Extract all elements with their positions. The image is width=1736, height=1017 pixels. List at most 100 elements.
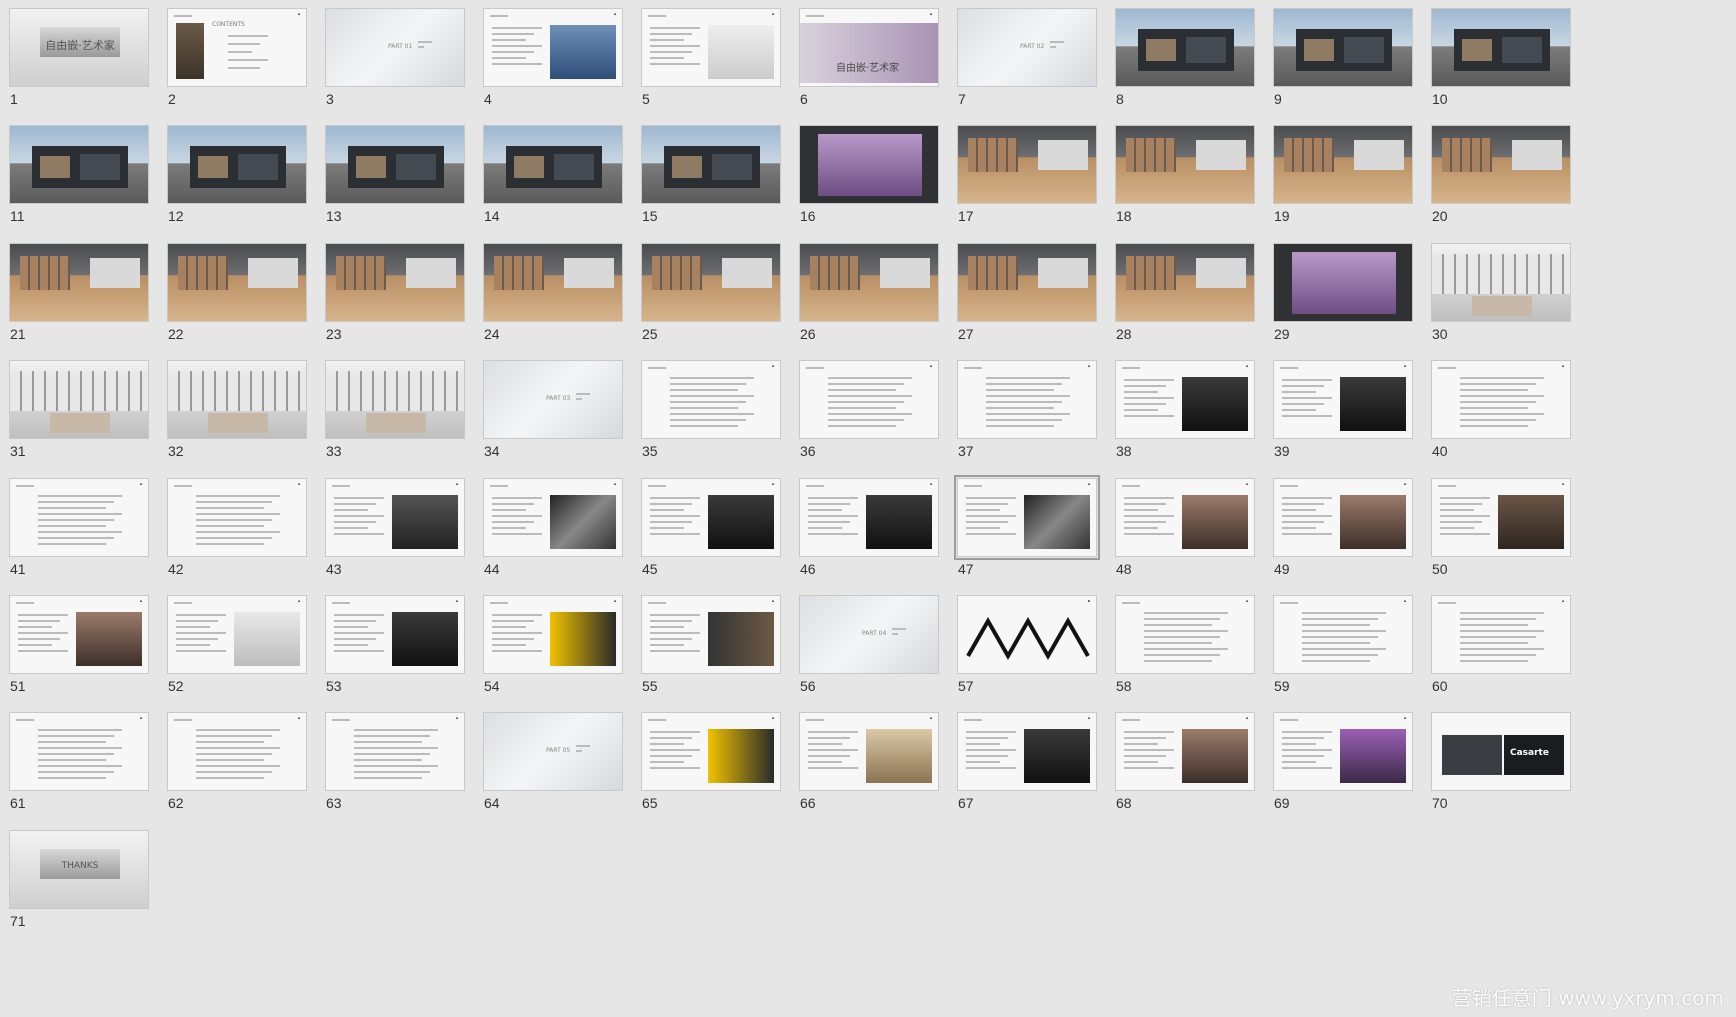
- slide-thumbnail[interactable]: ▪: [641, 478, 781, 557]
- slide-thumbnail[interactable]: ▪: [641, 8, 781, 87]
- slide-thumbnail[interactable]: PART 02: [957, 8, 1097, 87]
- text-line: [650, 515, 700, 517]
- slide-thumbnail[interactable]: Casarte: [1431, 712, 1571, 791]
- slide-thumbnail[interactable]: [1115, 125, 1255, 204]
- text-line: [38, 531, 122, 533]
- slide-thumbnail[interactable]: [1273, 125, 1413, 204]
- slide-thumbnail[interactable]: [957, 125, 1097, 204]
- slide-thumbnail[interactable]: [1115, 8, 1255, 87]
- slide-thumbnail[interactable]: ▪: [1431, 360, 1571, 439]
- text-line: [1124, 761, 1158, 763]
- slide-thumbnail[interactable]: [641, 125, 781, 204]
- text-line: [332, 602, 350, 604]
- text-line: [228, 35, 268, 37]
- slide-thumbnail[interactable]: [1431, 125, 1571, 204]
- slide-thumbnail[interactable]: [325, 243, 465, 322]
- text-line: [490, 485, 508, 487]
- text-line: [492, 521, 534, 523]
- slide-thumbnail[interactable]: ▪: [641, 595, 781, 674]
- slide-thumbnail[interactable]: ▪: [1273, 478, 1413, 557]
- section-title: PART 01: [388, 43, 413, 50]
- slide-thumbnail[interactable]: ▪: [483, 595, 623, 674]
- slide-thumbnail[interactable]: 自由嵌·艺术家 ▪: [799, 8, 939, 87]
- slide-thumbnail[interactable]: PART 04: [799, 595, 939, 674]
- slide-thumbnail[interactable]: ▪: [1273, 712, 1413, 791]
- slide-thumbnail[interactable]: ▪: [167, 595, 307, 674]
- slide-thumbnail[interactable]: ▪: [1273, 360, 1413, 439]
- slide-thumbnail[interactable]: ▪: [1115, 595, 1255, 674]
- slide-thumbnail[interactable]: 自由嵌·艺术家: [9, 8, 149, 87]
- slide-thumbnail[interactable]: [1115, 243, 1255, 322]
- slide-thumbnail[interactable]: ▪: [641, 360, 781, 439]
- text-line: [492, 509, 526, 511]
- slide-thumbnail[interactable]: [167, 360, 307, 439]
- text-line: [492, 614, 542, 616]
- slide-thumbnail[interactable]: ▪: [1115, 478, 1255, 557]
- slide-thumbnail[interactable]: [167, 243, 307, 322]
- brand-name: Casarte: [1510, 748, 1549, 758]
- slide-thumbnail[interactable]: ▪: [799, 712, 939, 791]
- text-line: [986, 377, 1070, 379]
- slide-thumbnail[interactable]: [1431, 8, 1571, 87]
- slide-thumbnail[interactable]: ▪: [9, 595, 149, 674]
- slide-thumbnail[interactable]: •: [957, 595, 1097, 674]
- slide-thumbnail[interactable]: ▪: [1115, 360, 1255, 439]
- slide-thumbnail[interactable]: ▪: [9, 478, 149, 557]
- slide-thumbnail[interactable]: ▪: [325, 712, 465, 791]
- slide-thumbnail[interactable]: ▪: [325, 478, 465, 557]
- slide-thumbnail[interactable]: CONTENTS ▪: [167, 8, 307, 87]
- slide-thumbnail[interactable]: [325, 360, 465, 439]
- slide-thumbnail[interactable]: ▪: [1273, 595, 1413, 674]
- slide-number: 6: [800, 91, 808, 107]
- slide-thumbnail[interactable]: [9, 243, 149, 322]
- slide-thumbnail[interactable]: ▪: [483, 478, 623, 557]
- slide-thumbnail[interactable]: ▪: [957, 360, 1097, 439]
- text-line: [650, 761, 684, 763]
- slide-thumbnail[interactable]: ▪: [483, 8, 623, 87]
- slide-photo: [708, 25, 774, 79]
- slide-thumbnail[interactable]: [641, 243, 781, 322]
- slide-thumbnail[interactable]: [167, 125, 307, 204]
- slide-thumbnail[interactable]: ▪: [954, 475, 1100, 560]
- text-line: [1302, 636, 1378, 638]
- slide-thumbnail[interactable]: THANKS: [9, 830, 149, 909]
- text-line: [492, 527, 526, 529]
- slide-thumbnail[interactable]: [1273, 8, 1413, 87]
- slide-thumbnail[interactable]: PART 05: [483, 712, 623, 791]
- slide-thumbnail[interactable]: ▪: [799, 478, 939, 557]
- text-line: [1124, 533, 1174, 535]
- slide-thumbnail[interactable]: ▪: [1431, 595, 1571, 674]
- slide-thumbnail[interactable]: [483, 125, 623, 204]
- slide-thumbnail[interactable]: [799, 125, 939, 204]
- slide-number: 20: [1432, 208, 1448, 224]
- text-line: [1460, 419, 1536, 421]
- slide-thumbnail[interactable]: ▪: [1431, 478, 1571, 557]
- slide-thumbnail[interactable]: PART 03: [483, 360, 623, 439]
- text-line: [492, 51, 534, 53]
- brand-logo: ▪: [613, 599, 616, 605]
- booth-window: [40, 156, 70, 178]
- slide-thumbnail[interactable]: ▪: [957, 712, 1097, 791]
- slide-number: 41: [10, 561, 26, 577]
- slide-thumbnail[interactable]: [1273, 243, 1413, 322]
- slide-thumbnail[interactable]: ▪: [167, 478, 307, 557]
- slide-thumbnail[interactable]: ▪: [799, 360, 939, 439]
- slide-thumbnail[interactable]: [325, 125, 465, 204]
- slide-thumbnail[interactable]: PART 01: [325, 8, 465, 87]
- slide-thumbnail[interactable]: [483, 243, 623, 322]
- slide-thumbnail[interactable]: [957, 243, 1097, 322]
- slide-thumbnail[interactable]: ▪: [641, 712, 781, 791]
- slide-number: 34: [484, 443, 500, 459]
- text-line: [1302, 612, 1386, 614]
- text-line: [650, 755, 692, 757]
- slide-thumbnail[interactable]: [9, 360, 149, 439]
- text-line: [650, 527, 684, 529]
- slide-thumbnail[interactable]: [799, 243, 939, 322]
- slide-thumbnail[interactable]: [9, 125, 149, 204]
- slide-thumbnail[interactable]: ▪: [1115, 712, 1255, 791]
- slide-thumbnail[interactable]: ▪: [9, 712, 149, 791]
- slide-thumbnail[interactable]: ▪: [325, 595, 465, 674]
- slide-thumbnail[interactable]: ▪: [167, 712, 307, 791]
- slide-thumbnail[interactable]: [1431, 243, 1571, 322]
- booth-window: [672, 156, 702, 178]
